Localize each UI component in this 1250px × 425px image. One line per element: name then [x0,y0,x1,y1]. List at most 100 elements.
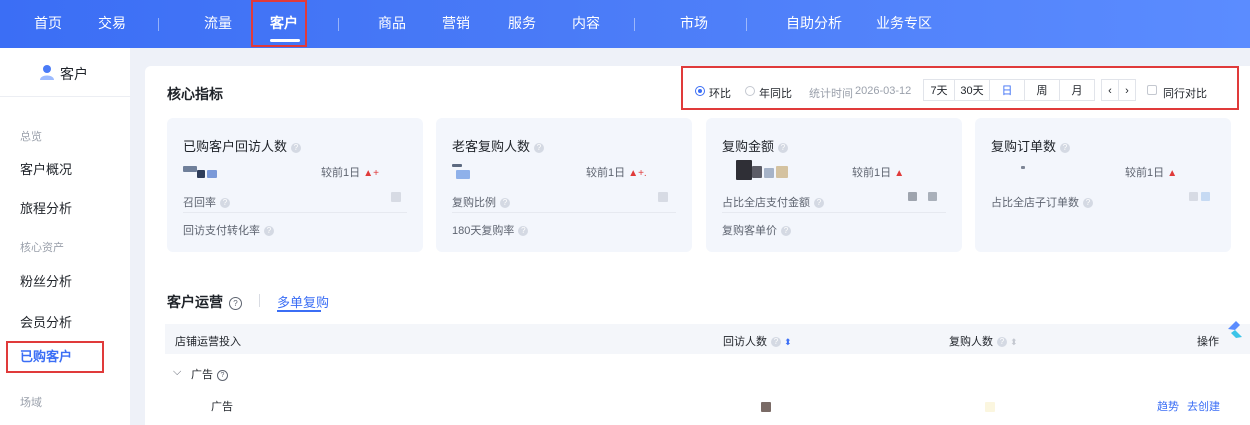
help-icon[interactable]: ? [217,369,228,381]
help-icon[interactable]: ? [781,226,791,237]
nav-item-market[interactable]: 市场 [680,0,708,48]
metric-sub-180d-repeat-rate: 180天复购率? [452,222,529,238]
nav-item-service[interactable]: 服务 [508,0,536,48]
help-icon[interactable]: ? [264,226,274,237]
metric-card-repeat-amount[interactable]: 复购金额? 较前1日 ▲ 占比全店支付金额? 复购客单价? [706,118,962,252]
core-metrics-title: 核心指标 [167,86,223,102]
th-return-visitors[interactable]: 回访人数? ⬍ [723,333,792,349]
metric-divider [452,212,676,213]
metric-compare: 较前1日 ▲ [1125,167,1178,179]
nav-item-content[interactable]: 内容 [572,0,600,48]
period-7d-button[interactable]: 7天 [923,79,955,101]
sidebar-item-customer-overview[interactable]: 客户概况 [20,159,72,178]
period-day-button[interactable]: 日 [989,79,1025,101]
nav-item-home[interactable]: 首页 [34,0,62,48]
help-icon[interactable]: ? [500,198,510,209]
table-group-row[interactable]: ⌵ 广告? [165,356,1250,386]
nav-divider [158,18,159,31]
nav-item-business-zone[interactable]: 业务专区 [876,0,932,48]
metric-sub-share-of-orders: 占比全店子订单数? [991,194,1093,210]
sidebar: 客户 总览 客户概况 旅程分析 核心资产 粉丝分析 会员分析 已购客户 场域 [0,48,130,425]
arrow-up-icon: ▲ [1167,168,1178,179]
metric-title: 已购客户回访人数? [183,136,302,155]
nav-divider [338,18,339,31]
period-30d-button[interactable]: 30天 [954,79,990,101]
nav-active-underline [270,39,300,42]
masked-value [985,402,995,412]
period-week-button[interactable]: 周 [1024,79,1060,101]
metric-sub-share-of-payment: 占比全店支付金额? [722,194,824,210]
nav-item-trade[interactable]: 交易 [98,0,126,48]
metric-title: 老客复购人数? [452,136,545,155]
metric-compare: 较前1日 ▲+. [586,167,647,179]
masked-value [908,192,917,201]
sidebar-item-member-analysis[interactable]: 会员分析 [20,312,72,331]
metric-sub-repeat-avg-price: 复购客单价? [722,222,791,238]
stat-date: 2026-03-12 [855,85,912,97]
th-repeat-buyers[interactable]: 复购人数? ⬍ [949,333,1018,349]
th-store-ops-input: 店铺运营投入 [175,336,241,348]
nav-item-self-analysis[interactable]: 自助分析 [786,0,842,48]
metric-divider [183,212,407,213]
period-month-button[interactable]: 月 [1059,79,1095,101]
metric-sub-repeat-ratio: 复购比例? [452,194,510,210]
top-navigation: 首页 交易 流量 客户 商品 营销 服务 内容 市场 自助分析 业务专区 [0,0,1250,48]
sidebar-header: 客户 [0,48,130,97]
help-icon[interactable]: ? [534,142,545,153]
stat-time-label: 统计时间 [809,88,853,100]
masked-value [928,192,937,201]
help-icon[interactable]: ? [778,142,789,153]
create-link[interactable]: 去创建 [1187,398,1220,414]
metric-card-repeat-orders[interactable]: 复购订单数? 较前1日 ▲ 占比全店子订单数? [975,118,1231,252]
metric-divider [722,212,946,213]
sidebar-item-journey-analysis[interactable]: 旅程分析 [20,198,72,217]
filter-bar: 环比 年同比 统计时间 2026-03-12 7天 30天 日 周 月 ‹ › … [685,72,1239,108]
help-icon[interactable]: ? [771,337,781,348]
metric-card-repeat-buyers[interactable]: 老客复购人数? 较前1日 ▲+. 复购比例? 180天复购率? [436,118,692,252]
nav-item-traffic[interactable]: 流量 [204,0,232,48]
trend-link[interactable]: 趋势 [1157,398,1179,414]
metric-card-returning-visitors[interactable]: 已购客户回访人数? 较前1日 ▲+ 召回率? 回访支付转化率? [167,118,423,252]
nav-divider [746,18,747,31]
metric-title: 复购订单数? [991,136,1071,155]
masked-value [1189,192,1198,201]
main-content: 核心指标 环比 年同比 统计时间 2026-03-12 7天 30天 日 周 月… [145,66,1250,425]
help-icon[interactable]: ? [220,198,230,209]
tab-multi-order-repurchase[interactable]: 多单复购 [277,292,329,311]
peer-compare-label: 同行对比 [1163,88,1207,100]
masked-value [391,192,401,202]
help-icon[interactable]: ? [518,226,529,237]
group-label: 广告? [191,366,228,382]
assistant-icon[interactable] [1224,318,1246,340]
help-icon[interactable]: ? [1060,142,1071,153]
help-icon[interactable]: ? [229,296,242,310]
metric-sub-return-pay-conversion: 回访支付转化率? [183,222,274,238]
arrow-up-icon: ▲ [363,168,374,179]
help-icon[interactable]: ? [997,337,1007,348]
th-actions: 操作 [1197,336,1219,348]
tab-divider [259,294,260,307]
sidebar-group-field: 场域 [20,397,42,409]
nav-item-product[interactable]: 商品 [378,0,406,48]
yoy-label: 年同比 [759,88,792,100]
help-icon[interactable]: ? [814,198,824,209]
tab-active-underline [277,310,321,312]
mom-radio[interactable] [695,86,705,96]
sort-icon[interactable]: ⬍ [784,337,792,348]
nav-item-marketing[interactable]: 营销 [442,0,470,48]
metric-sub-recall-rate: 召回率? [183,194,230,210]
next-period-button[interactable]: › [1118,79,1136,101]
sidebar-group-overview: 总览 [20,131,42,143]
peer-compare-checkbox[interactable] [1147,85,1157,95]
metric-compare: 较前1日 ▲ [852,167,905,179]
sidebar-item-purchased-customers[interactable]: 已购客户 [8,343,104,371]
chevron-down-icon[interactable]: ⌵ [173,366,181,379]
help-icon[interactable]: ? [291,142,302,153]
help-icon[interactable]: ? [1083,198,1093,209]
sort-icon[interactable]: ⬍ [1010,337,1018,348]
sidebar-item-fans-analysis[interactable]: 粉丝分析 [20,271,72,290]
prev-period-button[interactable]: ‹ [1101,79,1119,101]
mom-label: 环比 [709,88,731,100]
sidebar-group-core-assets: 核心资产 [20,242,64,254]
yoy-radio[interactable] [745,86,755,96]
